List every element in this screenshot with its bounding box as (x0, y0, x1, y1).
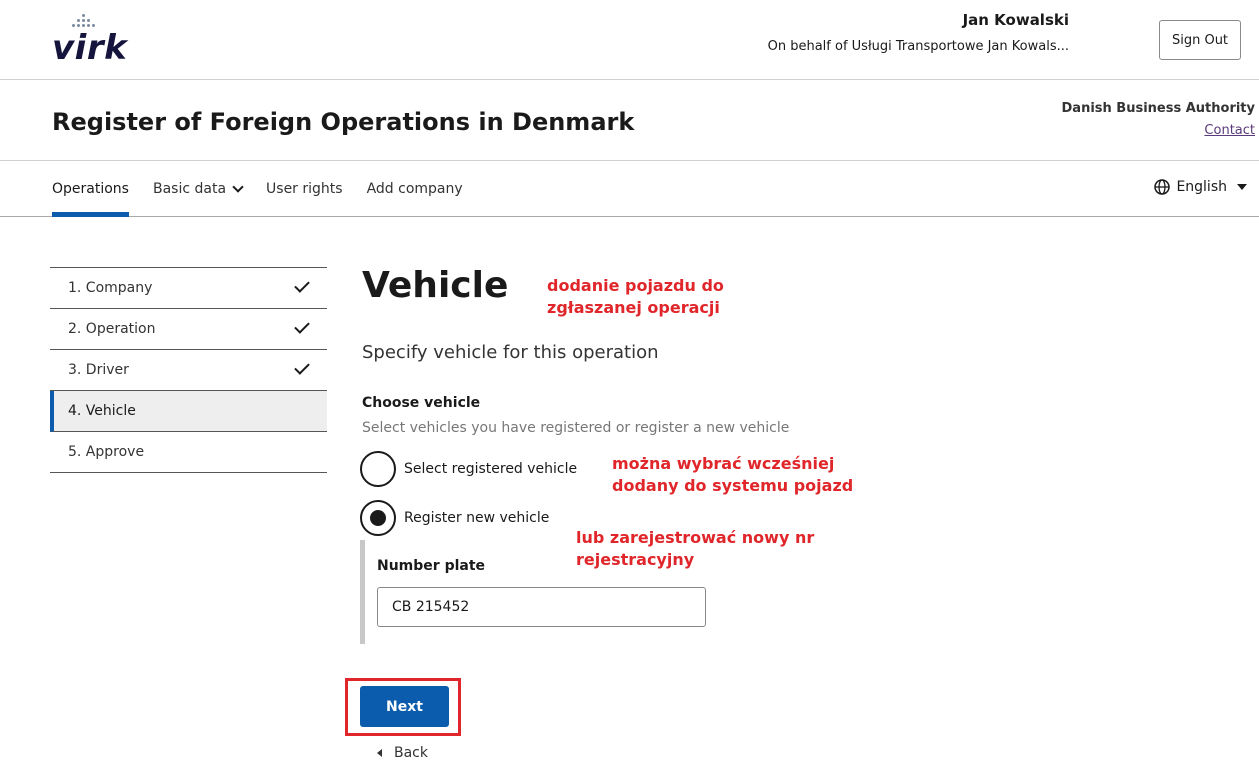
annotation-select-registered: można wybrać wcześniej dodany do systemu… (612, 453, 853, 497)
number-plate-input[interactable] (377, 587, 706, 627)
radio-select-registered[interactable]: Select registered vehicle (360, 451, 577, 487)
annotation-add-vehicle: dodanie pojazdu do zgłaszanej operacji (547, 275, 724, 319)
annotation-register-new: lub zarejestrować nowy nr rejestracyjny (576, 527, 814, 571)
step-driver[interactable]: 3. Driver (50, 350, 327, 391)
checkmark-icon (294, 277, 310, 293)
next-button[interactable]: Next (360, 686, 449, 727)
annotation-line: można wybrać wcześniej (612, 454, 835, 473)
chevron-down-icon (232, 181, 244, 193)
step-vehicle[interactable]: 4. Vehicle (50, 391, 327, 432)
step-label: 1. Company (68, 280, 153, 296)
main-nav: Operations Basic data User rights Add co… (0, 161, 1259, 217)
section-title: Vehicle (362, 265, 509, 306)
back-link[interactable]: Back (377, 745, 428, 761)
page-title: Register of Foreign Operations in Denmar… (52, 108, 635, 136)
contact-link[interactable]: Contact (1204, 122, 1255, 140)
step-label: 5. Approve (68, 444, 145, 460)
radio-button-selected[interactable] (360, 500, 396, 536)
checkmark-icon (294, 359, 310, 375)
annotation-line: dodany do systemu pojazd (612, 476, 854, 495)
language-selector[interactable]: English (1154, 179, 1247, 195)
annotation-line: lub zarejestrować nowy nr (576, 528, 815, 547)
sign-out-button[interactable]: Sign Out (1159, 20, 1241, 60)
authority-block: Danish Business Authority Contact (1062, 100, 1256, 140)
section-subtitle: Specify vehicle for this operation (362, 342, 659, 363)
step-company[interactable]: 1. Company (50, 268, 327, 309)
user-info: Jan Kowalski On behalf of Usługi Transpo… (649, 10, 1069, 56)
authority-name: Danish Business Authority (1061, 101, 1256, 116)
conditional-reveal-bar (360, 540, 365, 644)
caret-down-icon (1237, 184, 1247, 190)
back-arrow-icon (377, 749, 382, 757)
step-list: 1. Company 2. Operation 3. Driver 4. Veh… (50, 267, 327, 473)
step-operation[interactable]: 2. Operation (50, 309, 327, 350)
nav-operations[interactable]: Operations (52, 161, 129, 217)
back-label: Back (394, 745, 428, 761)
title-row: Register of Foreign Operations in Denmar… (0, 80, 1259, 161)
annotation-line: zgłaszanej operacji (547, 298, 720, 317)
radio-label: Register new vehicle (404, 510, 550, 526)
step-label: 3. Driver (68, 362, 129, 378)
nav-add-company[interactable]: Add company (367, 161, 463, 217)
radio-register-new[interactable]: Register new vehicle (360, 500, 549, 536)
radio-button[interactable] (360, 451, 396, 487)
user-name: Jan Kowalski (962, 11, 1069, 29)
virk-logo[interactable]: virk (52, 14, 132, 70)
number-plate-label: Number plate (377, 558, 486, 574)
nav-basic-data[interactable]: Basic data (152, 161, 244, 217)
logo-text: virk (52, 28, 128, 68)
checkmark-icon (294, 318, 310, 334)
nav-basic-data-label: Basic data (152, 181, 227, 197)
on-behalf-text: On behalf of Usługi Transportowe Jan Kow… (767, 39, 1069, 54)
radio-label: Select registered vehicle (404, 461, 578, 477)
nav-user-rights[interactable]: User rights (266, 161, 343, 217)
annotation-line: dodanie pojazdu do (547, 276, 724, 295)
choose-vehicle-hint: Select vehicles you have registered or r… (362, 420, 790, 436)
top-header: virk Jan Kowalski On behalf of Usługi Tr… (0, 0, 1259, 80)
language-label: English (1176, 179, 1227, 195)
choose-vehicle-label: Choose vehicle (362, 395, 481, 411)
globe-icon (1154, 179, 1171, 195)
step-label: 4. Vehicle (68, 403, 136, 419)
step-label: 2. Operation (68, 321, 156, 337)
step-approve[interactable]: 5. Approve (50, 432, 327, 473)
annotation-line: rejestracyjny (576, 550, 695, 569)
